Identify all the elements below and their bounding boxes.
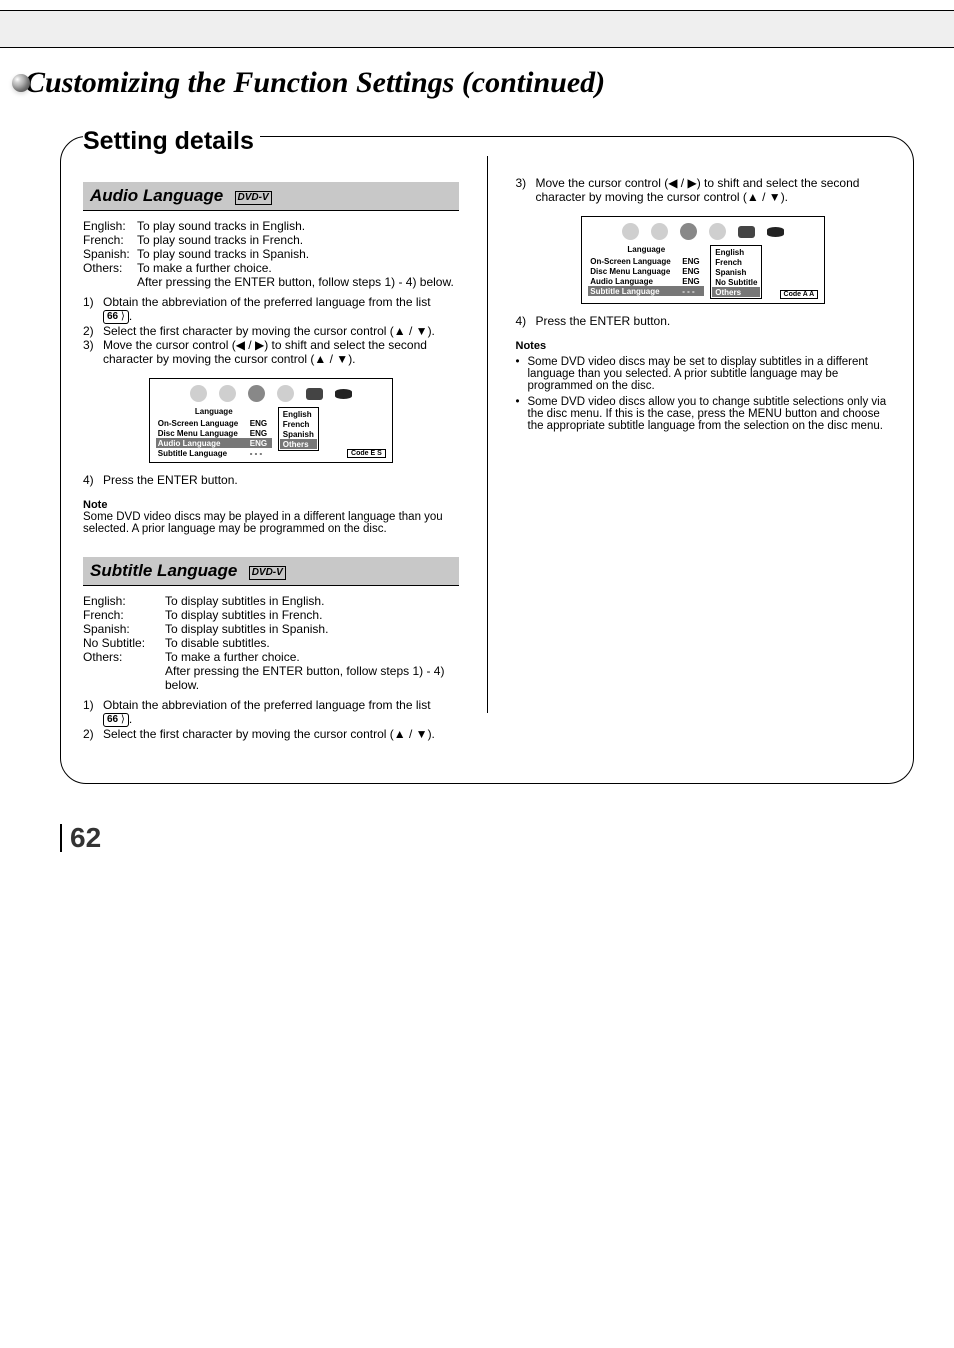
step-num: 2) (83, 727, 103, 741)
osd-tab-icons (156, 385, 386, 402)
arrow-icon: ◀ / ▶ (236, 338, 264, 352)
opt-key: Spanish: (83, 622, 165, 636)
column-separator (487, 156, 488, 713)
opt-val: To display subtitles in English. (165, 594, 324, 608)
osd-header: Language (588, 245, 704, 254)
osd-subtitle: Language On-Screen LanguageENG Disc Menu… (581, 216, 825, 304)
notes-list: Some DVD video discs may be set to displ… (516, 356, 892, 432)
osd-tab-icons (588, 223, 818, 240)
page-ref: 66 (103, 713, 129, 727)
osd-tab-icon (306, 388, 323, 400)
audio-options: English:To play sound tracks in English.… (83, 219, 459, 289)
osd-audio: Language On-Screen LanguageENG Disc Menu… (149, 378, 393, 463)
step-num: 4) (83, 473, 103, 487)
osd-tab-icon (738, 226, 755, 238)
step-num: 2) (83, 324, 103, 338)
osd-tab-icon (219, 385, 236, 402)
subtitle-language-title: Subtitle Language (90, 561, 237, 580)
osd-right-list: English French Spanish No Subtitle Other… (710, 245, 762, 299)
step-num: 4) (516, 314, 536, 328)
opt-key: English: (83, 594, 165, 608)
audio-language-header: Audio Language DVD-V (83, 182, 459, 211)
note-heading: Note (83, 499, 459, 511)
step-num: 3) (83, 338, 103, 366)
settings-panel: Setting details Audio Language DVD-V Eng… (60, 136, 914, 784)
panel-heading: Setting details (83, 127, 260, 156)
step-text: Select the first character by moving the… (103, 727, 459, 741)
arrow-icon: ▲ / ▼ (314, 352, 348, 366)
osd-header: Language (156, 407, 272, 416)
step-num: 1) (83, 295, 103, 324)
dvd-v-tag: DVD-V (235, 191, 272, 205)
note-item: Some DVD video discs may be set to displ… (516, 356, 892, 392)
opt-key: French: (83, 233, 137, 247)
opt-key: Spanish: (83, 247, 137, 261)
bullet-ornament (12, 74, 30, 92)
osd-tab-icon (651, 223, 668, 240)
right-column: 3) Move the cursor control (◀ / ▶) to sh… (516, 166, 892, 743)
arrow-icon: ▲ / ▼ (747, 190, 781, 204)
step-text: Press the ENTER button. (103, 473, 459, 487)
osd-tab-icon-selected (248, 385, 265, 402)
osd-tab-icon (277, 385, 294, 402)
osd-tab-icon (335, 389, 352, 399)
opt-val: To make a further choice. (137, 261, 272, 275)
subtitle-steps-right: 3) Move the cursor control (◀ / ▶) to sh… (516, 176, 892, 204)
step-text: Move the cursor control (◀ / ▶) to shift… (536, 176, 892, 204)
opt-val: To disable subtitles. (165, 636, 270, 650)
opt-key: Others: (83, 650, 165, 664)
page-number: 62 (60, 824, 101, 852)
subtitle-options: English:To display subtitles in English.… (83, 594, 459, 692)
arrow-icon: ◀ / ▶ (668, 176, 696, 190)
osd-tab-icon (709, 223, 726, 240)
osd-tab-icon (767, 227, 784, 237)
step-text: Move the cursor control (◀ / ▶) to shift… (103, 338, 459, 366)
opt-key: French: (83, 608, 165, 622)
audio-language-title: Audio Language (90, 186, 223, 205)
chapter-title: Customizing the Function Settings (conti… (12, 66, 914, 100)
step-text: Obtain the abbreviation of the preferred… (103, 698, 459, 727)
step-text: Press the ENTER button. (536, 314, 892, 328)
chapter-title-text: Customizing the Function Settings (conti… (25, 66, 605, 99)
page-ref: 66 (103, 310, 129, 324)
opt-val: To play sound tracks in French. (137, 233, 303, 247)
subtitle-language-header: Subtitle Language DVD-V (83, 557, 459, 586)
osd-tab-icon-selected (680, 223, 697, 240)
subtitle-others-sub: After pressing the ENTER button, follow … (165, 664, 459, 692)
step-num: 3) (516, 176, 536, 204)
opt-val: To display subtitles in French. (165, 608, 322, 622)
audio-others-sub: After pressing the ENTER button, follow … (137, 275, 459, 289)
osd-right-list: English French Spanish Others (278, 407, 319, 451)
osd-tab-icon (622, 223, 639, 240)
opt-val: To play sound tracks in English. (137, 219, 305, 233)
arrow-icon: ▲ / ▼ (394, 324, 428, 338)
subtitle-steps-left: 1) Obtain the abbreviation of the prefer… (83, 698, 459, 741)
left-column: Audio Language DVD-V English:To play sou… (83, 166, 459, 743)
opt-key: Others: (83, 261, 137, 275)
arrow-icon: ▲ / ▼ (394, 727, 428, 741)
audio-steps: 1) Obtain the abbreviation of the prefer… (83, 295, 459, 366)
step-text: Obtain the abbreviation of the preferred… (103, 295, 459, 324)
osd-code: Code E S (347, 449, 386, 458)
opt-val: To display subtitles in Spanish. (165, 622, 328, 636)
osd-code: Code A A (780, 290, 819, 299)
page-band (0, 10, 954, 48)
opt-key: English: (83, 219, 137, 233)
osd-tab-icon (190, 385, 207, 402)
dvd-v-tag: DVD-V (249, 566, 286, 580)
opt-key: No Subtitle: (83, 636, 165, 650)
note-body: Some DVD video discs may be played in a … (83, 511, 459, 535)
opt-val: To make a further choice. (165, 650, 300, 664)
step-num: 1) (83, 698, 103, 727)
note-item: Some DVD video discs allow you to change… (516, 396, 892, 432)
step-text: Select the first character by moving the… (103, 324, 459, 338)
opt-val: To play sound tracks in Spanish. (137, 247, 309, 261)
notes-heading: Notes (516, 340, 892, 352)
